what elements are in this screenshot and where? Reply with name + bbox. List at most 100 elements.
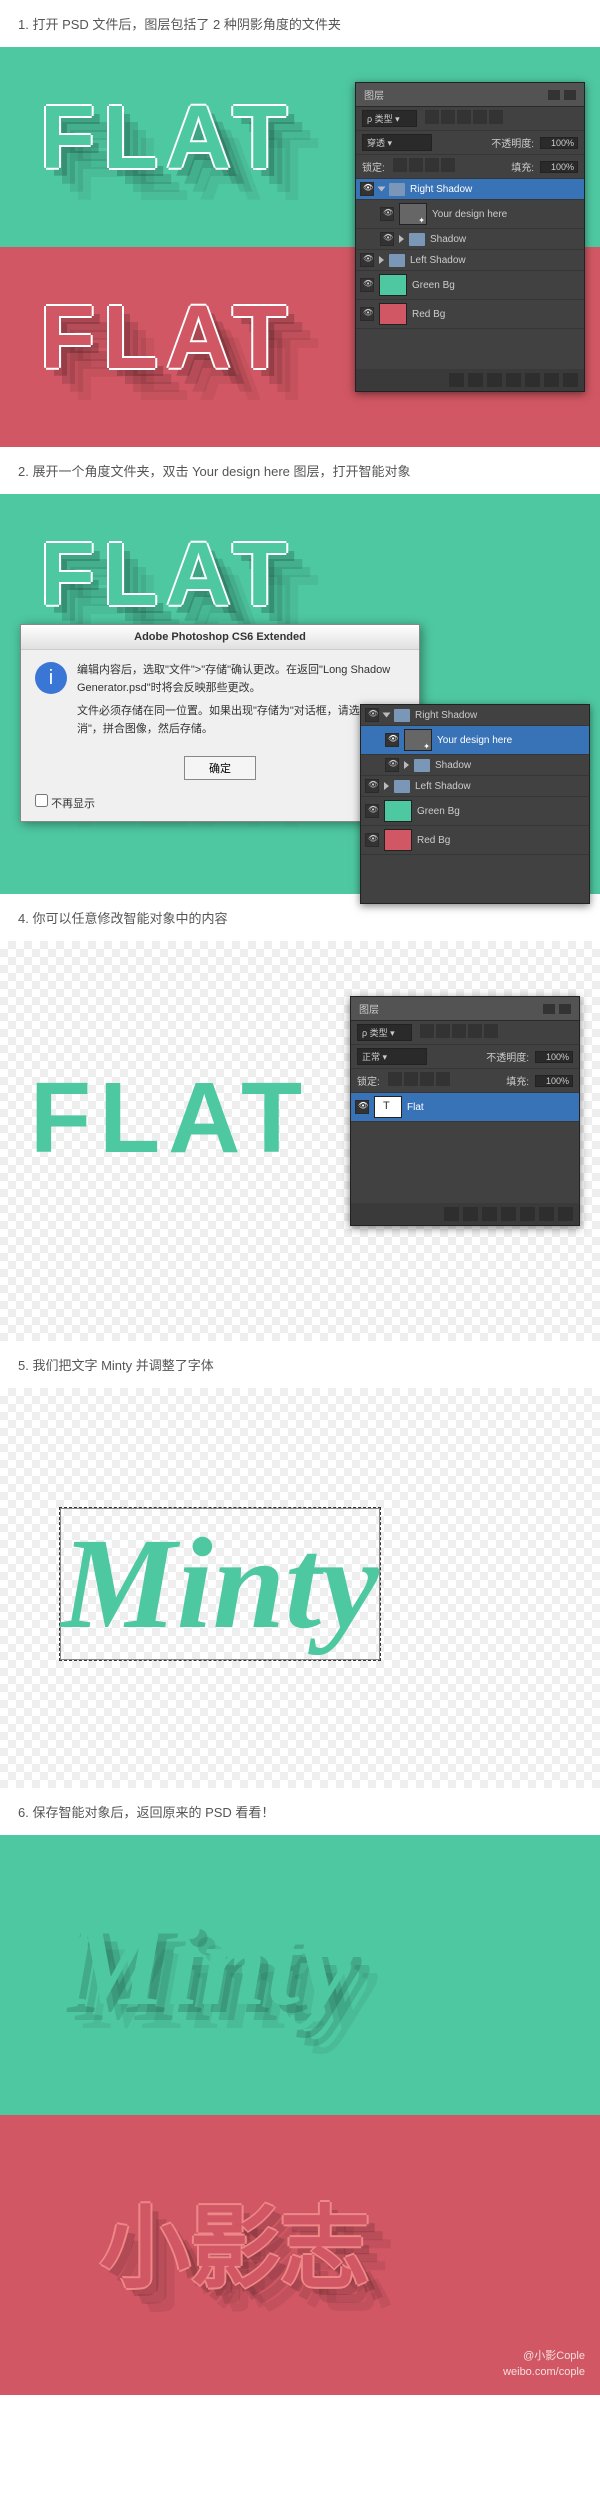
- fill-label: 填充:: [511, 159, 534, 174]
- folder-icon: [389, 183, 405, 196]
- visibility-icon[interactable]: [380, 207, 394, 221]
- layer-row[interactable]: Left Shadow: [361, 776, 589, 797]
- new-layer-icon[interactable]: [544, 373, 559, 387]
- fx-icon[interactable]: [463, 1207, 478, 1221]
- layer-thumb[interactable]: [384, 800, 412, 822]
- folder-icon: [394, 709, 410, 722]
- info-icon: i: [35, 662, 67, 694]
- disclosure-icon[interactable]: [384, 782, 389, 790]
- ok-button[interactable]: 确定: [184, 756, 256, 780]
- visibility-icon[interactable]: [380, 232, 394, 246]
- visibility-icon[interactable]: [365, 779, 379, 793]
- group-icon[interactable]: [520, 1207, 535, 1221]
- mask-icon[interactable]: [482, 1207, 497, 1221]
- menu-icon[interactable]: [564, 90, 576, 100]
- layer-row[interactable]: Your design here: [356, 200, 584, 229]
- section-4: FLAT 图层ρ 类型 ▾正常 ▾不透明度:100%锁定:填充:100%Flat: [0, 941, 600, 1341]
- layer-row[interactable]: Shadow: [361, 755, 589, 776]
- filter-icons[interactable]: [423, 110, 503, 127]
- panel-tab-row: 图层: [351, 997, 579, 1021]
- layer-thumb[interactable]: [379, 274, 407, 296]
- panel-title: 图层: [359, 1001, 379, 1016]
- layer-row[interactable]: Shadow: [356, 229, 584, 250]
- collapse-icon[interactable]: [543, 1004, 555, 1014]
- smart-object-thumb[interactable]: [404, 729, 432, 751]
- dialog-line1: 编辑内容后，选取"文件">"存储"确认更改。在返回"Long Shadow Ge…: [77, 662, 405, 697]
- opacity-input[interactable]: 100%: [535, 1051, 573, 1063]
- layer-row[interactable]: Green Bg: [356, 271, 584, 300]
- step-6-text: 6. 保存智能对象后，返回原来的 PSD 看看！: [0, 1788, 600, 1835]
- lock-row: 锁定:填充:100%: [351, 1069, 579, 1093]
- visibility-icon[interactable]: [385, 733, 399, 747]
- layers-panel-smart[interactable]: 图层ρ 类型 ▾正常 ▾不透明度:100%锁定:填充:100%Flat: [350, 996, 580, 1226]
- dialog-message: 编辑内容后，选取"文件">"存储"确认更改。在返回"Long Shadow Ge…: [77, 662, 405, 738]
- layers-panel-partial[interactable]: Right ShadowYour design here Shadow Left S…: [360, 704, 590, 904]
- layer-row[interactable]: Your design here: [361, 726, 589, 755]
- layer-thumb[interactable]: [384, 829, 412, 851]
- layer-row[interactable]: Red Bg: [356, 300, 584, 329]
- flat-logo-green: FLAT: [40, 87, 295, 190]
- panel-controls[interactable]: [543, 1004, 571, 1014]
- smart-object-thumb[interactable]: [399, 203, 427, 225]
- layer-row[interactable]: Green Bg: [361, 797, 589, 826]
- new-layer-icon[interactable]: [539, 1207, 554, 1221]
- fx-icon[interactable]: [468, 373, 483, 387]
- visibility-icon[interactable]: [360, 278, 374, 292]
- opacity-input[interactable]: 100%: [540, 137, 578, 149]
- disclosure-icon[interactable]: [378, 187, 386, 192]
- layer-row[interactable]: Right Shadow: [356, 179, 584, 200]
- trash-icon[interactable]: [558, 1207, 573, 1221]
- link-icon[interactable]: [444, 1207, 459, 1221]
- watermark: @小影Cople weibo.com/cople: [503, 2349, 585, 2380]
- visibility-icon[interactable]: [385, 758, 399, 772]
- layer-list: Flat: [351, 1093, 579, 1122]
- visibility-icon[interactable]: [365, 833, 379, 847]
- visibility-icon[interactable]: [355, 1100, 369, 1114]
- lock-label: 锁定:: [362, 159, 385, 174]
- dont-show-checkbox[interactable]: [35, 794, 48, 807]
- layer-row[interactable]: Red Bg: [361, 826, 589, 855]
- layers-panel[interactable]: 图层ρ 类型 ▾穿透 ▾不透明度:100%锁定:填充:100%Right Sha…: [355, 82, 585, 392]
- lock-icons[interactable]: [386, 1072, 450, 1089]
- visibility-icon[interactable]: [360, 307, 374, 321]
- visibility-icon[interactable]: [365, 708, 379, 722]
- layer-name: Shadow: [430, 234, 580, 245]
- disclosure-icon[interactable]: [379, 256, 384, 264]
- fill-adj-icon[interactable]: [501, 1207, 516, 1221]
- visibility-icon[interactable]: [365, 804, 379, 818]
- layer-row[interactable]: Left Shadow: [356, 250, 584, 271]
- disclosure-icon[interactable]: [383, 713, 391, 718]
- layer-thumb[interactable]: [379, 303, 407, 325]
- layer-row[interactable]: Flat: [351, 1093, 579, 1122]
- disclosure-icon[interactable]: [404, 761, 409, 769]
- group-icon[interactable]: [525, 373, 540, 387]
- layer-name: Flat: [407, 1102, 575, 1113]
- layer-name: Left Shadow: [415, 781, 585, 792]
- blend-select[interactable]: 正常 ▾: [357, 1048, 427, 1065]
- trash-icon[interactable]: [563, 373, 578, 387]
- layer-row[interactable]: Right Shadow: [361, 705, 589, 726]
- panel-tab-row: 图层: [356, 83, 584, 107]
- layer-thumb[interactable]: [374, 1096, 402, 1118]
- fill-input[interactable]: 100%: [540, 161, 578, 173]
- layer-name: Shadow: [435, 760, 585, 771]
- fill-adj-icon[interactable]: [506, 373, 521, 387]
- lock-icons[interactable]: [391, 158, 455, 175]
- disclosure-icon[interactable]: [399, 235, 404, 243]
- layer-list: Right ShadowYour design here Shadow Left S…: [361, 705, 589, 855]
- panel-controls[interactable]: [548, 90, 576, 100]
- visibility-icon[interactable]: [360, 182, 374, 196]
- kind-select[interactable]: ρ 类型 ▾: [357, 1024, 412, 1041]
- visibility-icon[interactable]: [360, 253, 374, 267]
- link-icon[interactable]: [449, 373, 464, 387]
- filter-icons[interactable]: [418, 1024, 498, 1041]
- collapse-icon[interactable]: [548, 90, 560, 100]
- blend-select[interactable]: 穿透 ▾: [362, 134, 432, 151]
- layer-name: Left Shadow: [410, 255, 580, 266]
- mask-icon[interactable]: [487, 373, 502, 387]
- dont-show-label: 不再显示: [51, 798, 95, 810]
- minty-text-editing[interactable]: Minty: [60, 1508, 380, 1660]
- menu-icon[interactable]: [559, 1004, 571, 1014]
- kind-select[interactable]: ρ 类型 ▾: [362, 110, 417, 127]
- fill-input[interactable]: 100%: [535, 1075, 573, 1087]
